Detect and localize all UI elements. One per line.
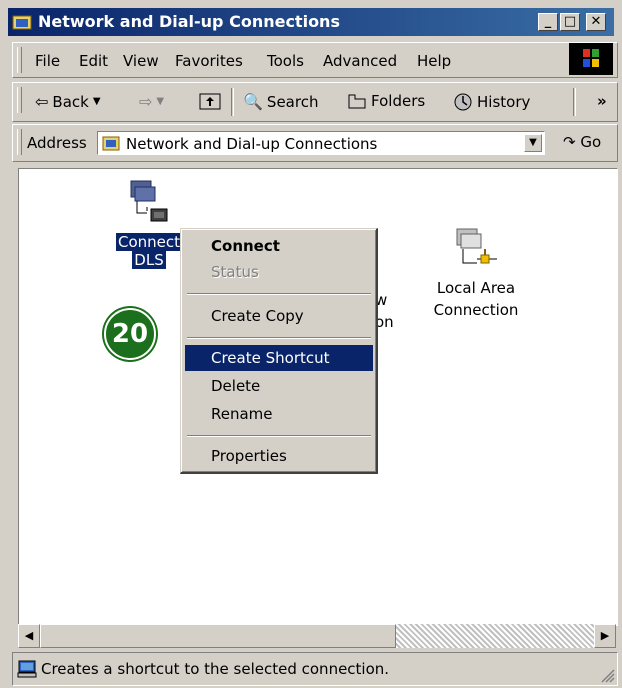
scroll-left-icon[interactable]: ◀ <box>18 624 40 648</box>
network-folder-icon <box>102 136 120 151</box>
resize-grip-icon[interactable] <box>599 667 615 683</box>
back-button[interactable]: ⇦ Back ▼ <box>35 92 101 111</box>
back-arrow-icon: ⇦ <box>35 92 49 111</box>
menu-connect[interactable]: Connect <box>185 233 373 259</box>
lan-connection-icon <box>456 228 497 264</box>
back-dropdown-icon[interactable]: ▼ <box>93 96 101 107</box>
folder-network-icon <box>12 15 32 30</box>
go-arrow-icon: ↷ <box>563 133 576 151</box>
connection-item-dls[interactable]: Connect DLS <box>109 177 189 269</box>
address-bar: Address Network and Dial-up Connections … <box>12 124 618 162</box>
folders-button[interactable]: Folders <box>347 92 425 110</box>
connection-label-line2: on <box>375 313 394 331</box>
windows-logo-icon <box>569 43 613 75</box>
menu-create-copy[interactable]: Create Copy <box>185 303 373 329</box>
forward-dropdown-icon[interactable]: ▼ <box>156 96 164 107</box>
explorer-window: Network and Dial-up Connections _ □ ✕ Fi… <box>0 0 622 688</box>
back-label: Back <box>52 92 89 111</box>
context-menu: Connect Status Create Copy Create Shortc… <box>180 228 378 474</box>
scroll-thumb[interactable] <box>40 624 396 648</box>
address-dropdown-icon[interactable]: ▼ <box>524 134 542 152</box>
horizontal-scrollbar[interactable]: ◀ ▶ <box>18 624 616 648</box>
menu-advanced[interactable]: Advanced <box>323 52 397 70</box>
history-button[interactable]: History <box>453 92 530 112</box>
forward-button[interactable]: ⇨ ▼ <box>139 92 164 111</box>
close-button[interactable]: ✕ <box>586 13 606 31</box>
minimize-button[interactable]: _ <box>538 13 558 31</box>
status-text: Creates a shortcut to the selected conne… <box>41 660 390 678</box>
menu-separator <box>187 293 371 295</box>
toolbar-grip[interactable] <box>17 87 22 113</box>
search-icon: 🔍 <box>243 92 263 111</box>
connection-label-line1: Local Area <box>436 279 516 297</box>
menu-edit[interactable]: Edit <box>79 52 108 70</box>
menu-favorites[interactable]: Favorites <box>175 52 243 70</box>
dialup-connection-icon <box>130 180 168 222</box>
connection-label-line2: DLS <box>132 251 166 269</box>
menu-view[interactable]: View <box>123 52 159 70</box>
folders-label: Folders <box>371 92 426 110</box>
up-folder-icon <box>199 93 221 110</box>
forward-arrow-icon: ⇨ <box>139 92 153 111</box>
menu-tools[interactable]: Tools <box>267 52 304 70</box>
connection-label-line1: w <box>375 291 388 309</box>
search-button[interactable]: 🔍 Search <box>243 92 318 111</box>
menu-bar: File Edit View Favorites Tools Advanced … <box>12 42 618 78</box>
menu-rename[interactable]: Rename <box>185 401 373 427</box>
menu-separator <box>187 337 371 339</box>
window-title: Network and Dial-up Connections <box>38 12 340 31</box>
scroll-right-icon[interactable]: ▶ <box>594 624 616 648</box>
connection-label-line2: Connection <box>433 301 519 319</box>
addressbar-grip[interactable] <box>17 129 22 155</box>
menu-help[interactable]: Help <box>417 52 451 70</box>
go-button[interactable]: ↷ Go <box>563 133 601 151</box>
address-label: Address <box>27 134 87 152</box>
history-icon <box>454 93 472 111</box>
title-bar[interactable]: Network and Dial-up Connections _ □ ✕ <box>8 8 614 36</box>
menu-create-shortcut[interactable]: Create Shortcut <box>185 345 373 371</box>
menu-properties[interactable]: Properties <box>185 443 373 469</box>
address-input[interactable]: Network and Dial-up Connections ▼ <box>97 131 545 155</box>
search-label: Search <box>266 92 319 111</box>
computer-status-icon <box>17 660 37 678</box>
up-folder-button[interactable] <box>199 92 221 110</box>
address-value: Network and Dial-up Connections <box>126 135 378 153</box>
step-badge: 20 <box>104 308 156 360</box>
go-label: Go <box>580 133 602 151</box>
connection-item-new[interactable]: w on <box>375 289 415 333</box>
toolbar-separator <box>573 88 576 116</box>
maximize-button[interactable]: □ <box>560 13 580 31</box>
scroll-track[interactable] <box>396 624 594 648</box>
standard-toolbar: ⇦ Back ▼ ⇨ ▼ 🔍 Search Folders History » <box>12 82 618 122</box>
folders-icon <box>348 94 366 109</box>
menu-file[interactable]: File <box>35 52 60 70</box>
connection-item-lan[interactable]: Local Area Connection <box>421 225 531 321</box>
status-bar: Creates a shortcut to the selected conne… <box>12 652 618 686</box>
toolbar-separator <box>231 88 234 116</box>
menubar-grip[interactable] <box>17 47 22 73</box>
menu-separator <box>187 435 371 437</box>
history-label: History <box>477 93 531 111</box>
menu-status: Status <box>211 263 259 281</box>
connection-label-line1: Connect <box>115 233 183 251</box>
menu-delete[interactable]: Delete <box>185 373 373 399</box>
toolbar-chevron[interactable]: » <box>597 92 607 110</box>
